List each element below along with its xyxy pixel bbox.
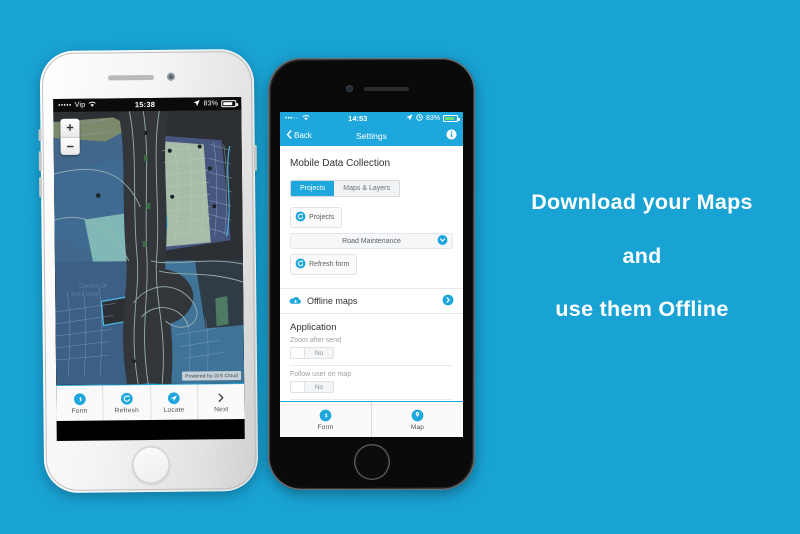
status-bar: •••◦◦ 14:53 83% xyxy=(280,112,463,125)
setting-follow-user-on-map: Follow user on map No xyxy=(280,371,463,397)
battery-icon xyxy=(443,115,460,122)
clock: 15:38 xyxy=(134,99,156,110)
zoom-in-button[interactable]: + xyxy=(60,118,80,137)
application-heading: Application xyxy=(290,322,337,333)
map-canvas[interactable]: Garden Dr Univ. Dept + − Powered by GIS … xyxy=(53,110,245,385)
projects-button-label: Projects xyxy=(309,214,335,221)
headline-line-2: and xyxy=(622,243,662,268)
refresh-icon xyxy=(120,392,133,405)
toolbar-label: Form xyxy=(71,407,88,415)
segment-maps-and-layers[interactable]: Maps & Layers xyxy=(334,181,399,196)
toolbar-item-form[interactable]: Form xyxy=(280,402,372,437)
map-bottom-toolbar: Form Refresh Locate Next xyxy=(56,383,245,421)
cloud-download-icon xyxy=(289,295,302,308)
volume-up-button xyxy=(38,151,42,172)
battery-icon xyxy=(221,100,237,108)
signal-dots-icon: ••••• xyxy=(58,102,72,109)
info-icon[interactable] xyxy=(446,127,457,145)
location-arrow-icon xyxy=(406,114,413,123)
svg-text:Univ. Dept: Univ. Dept xyxy=(71,292,99,298)
settings-bottom-toolbar: Form Map xyxy=(280,401,463,437)
promo-banner: ••••• Vip 15:38 83% Garden Dr Univ. Dept… xyxy=(0,0,800,534)
segmented-control[interactable]: Projects Maps & Layers xyxy=(290,180,400,197)
map-attribution: Powered by GIS Cloud xyxy=(182,371,242,381)
toolbar-label: Next xyxy=(214,405,229,413)
project-select-value: Road Maintenance xyxy=(342,237,401,245)
settings-content: Mobile Data Collection Projects Maps & L… xyxy=(280,146,463,401)
battery-percent-label: 83% xyxy=(425,115,440,122)
phone-device-map: ••••• Vip 15:38 83% Garden Dr Univ. Dept… xyxy=(38,48,259,494)
phone-device-settings: •••◦◦ 14:53 83% Back Settings Mobile Dat… xyxy=(268,58,475,490)
setting-zoom-after-send: Zoom after send No xyxy=(280,337,463,363)
segment-projects[interactable]: Projects xyxy=(291,181,335,196)
headline-block: Download your Maps and use them Offline xyxy=(492,190,792,321)
battery-percent-label: 83% xyxy=(203,100,219,108)
toolbar-item-refresh[interactable]: Refresh xyxy=(103,384,152,421)
wifi-icon xyxy=(302,114,310,123)
earpiece-speaker xyxy=(107,74,154,81)
earpiece-speaker xyxy=(364,87,409,91)
toolbar-item-map[interactable]: Map xyxy=(372,402,463,437)
toolbar-label: Locate xyxy=(163,406,185,414)
refresh-icon xyxy=(295,258,306,271)
chevron-left-icon xyxy=(286,130,292,141)
chevron-down-icon[interactable] xyxy=(437,235,448,248)
offline-maps-label: Offline maps xyxy=(307,296,358,306)
locate-arrow-icon xyxy=(167,391,180,404)
front-camera xyxy=(166,72,176,81)
toolbar-label: Refresh xyxy=(114,406,139,414)
home-button[interactable] xyxy=(353,444,390,480)
toolbar-item-next[interactable]: Next xyxy=(198,384,245,419)
back-label: Back xyxy=(294,131,312,140)
headline-line-3: use them Offline xyxy=(555,297,729,321)
setting-divider xyxy=(290,365,453,366)
toolbar-item-locate[interactable]: Locate xyxy=(150,384,199,420)
setting-label: Follow user on map xyxy=(290,371,352,378)
refresh-form-button[interactable]: Refresh form xyxy=(290,254,358,275)
zoom-out-button[interactable]: − xyxy=(60,136,80,155)
follow-user-on-map-toggle[interactable]: No xyxy=(290,381,334,393)
toggle-value: No xyxy=(314,383,324,391)
offline-maps-row[interactable]: Offline maps xyxy=(280,288,463,314)
mute-switch xyxy=(38,129,42,142)
refresh-icon xyxy=(295,211,306,224)
headline-line-1: Download your Maps xyxy=(531,190,753,214)
toolbar-label: Map xyxy=(410,423,425,431)
toolbar-item-form[interactable]: Form xyxy=(56,385,104,421)
volume-down-button xyxy=(39,177,43,198)
signal-dots-icon: •••◦◦ xyxy=(285,115,299,122)
toggle-knob xyxy=(291,348,305,358)
chevron-right-icon xyxy=(215,391,228,404)
settings-screen: •••◦◦ 14:53 83% Back Settings Mobile Dat… xyxy=(280,112,463,437)
chevron-right-icon[interactable] xyxy=(442,294,454,308)
projects-button[interactable]: Projects xyxy=(290,207,343,228)
zoom-after-send-toggle[interactable]: No xyxy=(290,347,334,359)
front-camera xyxy=(346,85,353,92)
form-arrow-icon xyxy=(319,409,332,422)
map-screen: ••••• Vip 15:38 83% Garden Dr Univ. Dept… xyxy=(53,97,245,441)
project-select[interactable]: Road Maintenance xyxy=(290,233,453,249)
map-zoom-control[interactable]: + − xyxy=(60,118,80,155)
map-pin-icon xyxy=(411,409,424,422)
refresh-form-label: Refresh form xyxy=(309,261,350,268)
home-button[interactable] xyxy=(131,445,171,485)
clock: 14:53 xyxy=(348,114,368,123)
power-button xyxy=(253,144,257,171)
carrier-label: Vip xyxy=(74,101,86,109)
setting-label: Zoom after send xyxy=(290,337,341,344)
mobile-data-collection-heading: Mobile Data Collection xyxy=(290,158,391,169)
location-arrow-icon xyxy=(194,99,201,108)
toggle-knob xyxy=(291,382,305,392)
setting-divider xyxy=(290,399,453,400)
form-arrow-icon xyxy=(73,392,86,405)
back-button[interactable]: Back xyxy=(286,130,312,141)
toggle-value: No xyxy=(314,349,324,357)
navigation-bar: Back Settings xyxy=(280,125,463,146)
map-graphic: Garden Dr Univ. Dept xyxy=(53,110,245,385)
toolbar-label: Form xyxy=(317,423,334,431)
alarm-icon xyxy=(416,114,423,123)
wifi-icon xyxy=(88,101,96,110)
svg-text:Garden Dr: Garden Dr xyxy=(79,283,107,289)
